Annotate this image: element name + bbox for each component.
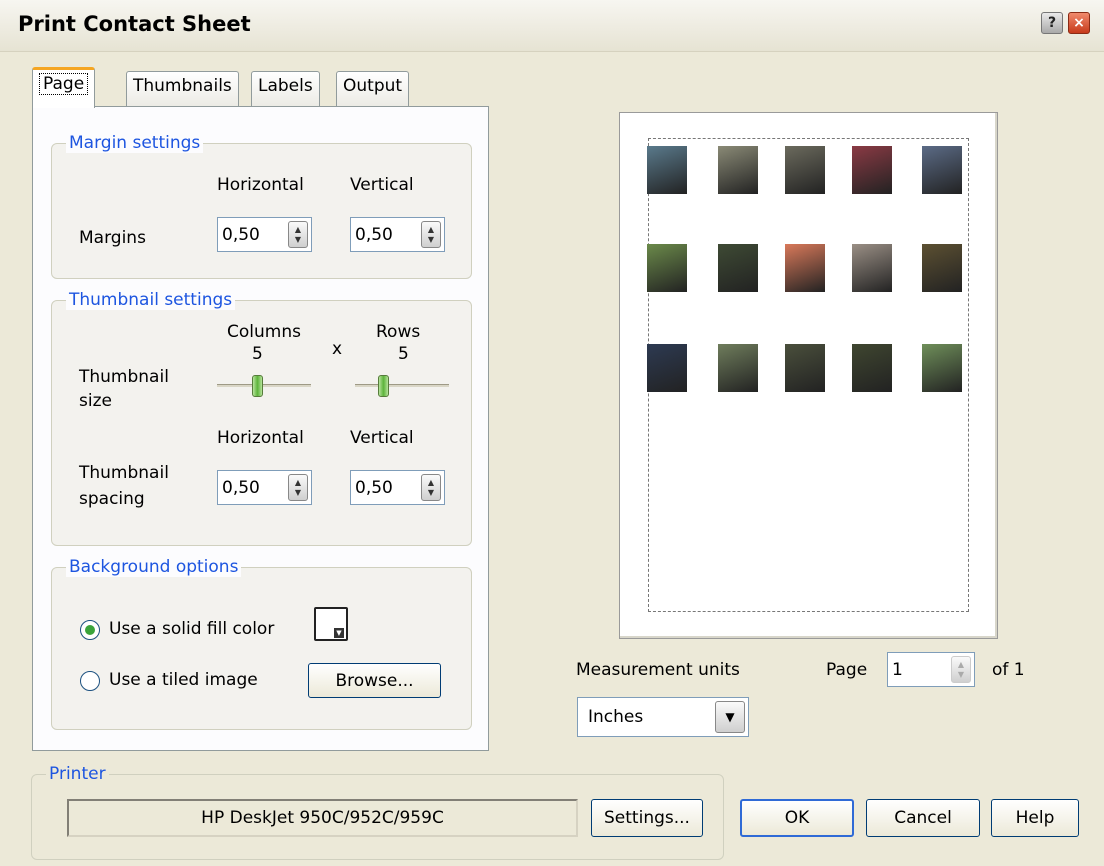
contact-sheet-preview [619,112,998,639]
spacing-horizontal-value: 0,50 [222,477,260,498]
spin-arrows-icon: ▲ ▼ [951,656,971,683]
margin-horizontal-value: 0,50 [222,224,260,245]
thumbnail-spacing-label-1: Thumbnail [79,463,169,483]
printer-settings-button[interactable]: Settings... [591,799,703,837]
thumbnail-image [922,344,962,392]
printer-name: HP DeskJet 950C/952C/959C [67,799,578,837]
thumbnail-image [718,146,758,194]
spin-arrows-icon[interactable]: ▲ ▼ [421,474,441,501]
browse-button[interactable]: Browse... [308,663,441,698]
tab-labels[interactable]: Labels [251,71,320,106]
thumbnail-image [852,244,892,292]
tab-output[interactable]: Output [336,71,410,106]
thumbnail-size-label-1: Thumbnail [79,367,169,387]
tab-thumbnails[interactable]: Thumbnails [126,71,239,106]
spin-arrows-icon[interactable]: ▲ ▼ [421,221,441,248]
help-icon[interactable]: ? [1041,12,1063,34]
solid-fill-label[interactable]: Use a solid fill color [109,619,274,639]
times-glyph: x [332,339,343,359]
spacing-vertical-label: Vertical [350,428,414,448]
help-button[interactable]: Help [991,799,1079,837]
tab-output-label: Output [343,76,403,96]
window-title: Print Contact Sheet [18,12,251,36]
tab-labels-label: Labels [258,76,313,96]
spacing-horizontal-label: Horizontal [217,428,304,448]
chevron-down-icon: ▼ [334,628,344,638]
radio-selected-dot [85,625,95,635]
margin-horizontal-label: Horizontal [217,175,304,195]
thumbnail-image [785,244,825,292]
page-count-label: of 1 [992,660,1025,680]
background-options-group [51,567,472,730]
rows-value: 5 [398,344,409,364]
measurement-units-select[interactable]: Inches ▼ [577,697,749,737]
margin-vertical-stepper[interactable]: 0,50 ▲ ▼ [350,217,445,252]
spacing-vertical-stepper[interactable]: 0,50 ▲ ▼ [350,470,445,505]
tab-page-label: Page [39,73,89,95]
cancel-button[interactable]: Cancel [866,799,980,837]
margin-vertical-value: 0,50 [355,224,393,245]
background-options-title: Background options [66,557,242,577]
thumbnail-image [647,244,687,292]
spacing-vertical-value: 0,50 [355,477,393,498]
slider-thumb[interactable] [378,375,390,397]
margin-settings-title: Margin settings [66,133,204,153]
spacing-horizontal-stepper[interactable]: 0,50 ▲ ▼ [217,470,312,505]
solid-fill-radio[interactable] [80,620,100,640]
chevron-down-icon[interactable]: ▼ [715,701,745,733]
measurement-units-value: Inches [588,707,644,727]
tiled-image-label[interactable]: Use a tiled image [109,670,258,690]
close-icon[interactable]: × [1068,12,1090,34]
margin-settings-group [51,143,472,279]
rows-label: Rows [376,322,421,342]
slider-track [217,384,311,387]
thumbnail-image [922,244,962,292]
fill-color-picker[interactable]: ▼ [314,607,348,641]
page-label: Page [826,660,868,680]
spin-arrows-icon[interactable]: ▲ ▼ [288,474,308,501]
thumbnail-image [785,146,825,194]
thumbnail-image [647,344,687,392]
margin-vertical-label: Vertical [350,175,414,195]
columns-slider[interactable] [217,371,311,401]
tab-page[interactable]: Page [32,67,96,108]
thumbnail-image [647,146,687,194]
thumbnail-settings-title: Thumbnail settings [66,290,236,310]
printer-title: Printer [46,764,109,784]
tab-panel-page: Margin settings Horizontal Vertical Marg… [32,106,489,751]
tab-thumbnails-label: Thumbnails [133,76,232,96]
measurement-units-label: Measurement units [576,660,740,680]
thumbnail-image [922,146,962,194]
spin-arrows-icon[interactable]: ▲ ▼ [288,221,308,248]
thumbnail-size-label-2: size [79,391,112,411]
thumbnail-image [718,244,758,292]
slider-thumb[interactable] [251,375,263,397]
columns-value: 5 [252,344,263,364]
thumbnail-image [785,344,825,392]
thumbnail-image [852,146,892,194]
rows-slider[interactable] [355,371,449,401]
page-stepper[interactable]: 1 ▲ ▼ [887,652,975,687]
slider-track [355,384,449,387]
columns-label: Columns [227,322,301,342]
thumbnail-image [852,344,892,392]
thumbnail-image [718,344,758,392]
margin-horizontal-stepper[interactable]: 0,50 ▲ ▼ [217,217,312,252]
thumbnail-spacing-label-2: spacing [79,489,145,509]
ok-button[interactable]: OK [740,799,854,837]
tiled-image-radio[interactable] [80,671,100,691]
page-value: 1 [892,659,903,680]
margins-label: Margins [79,228,146,248]
